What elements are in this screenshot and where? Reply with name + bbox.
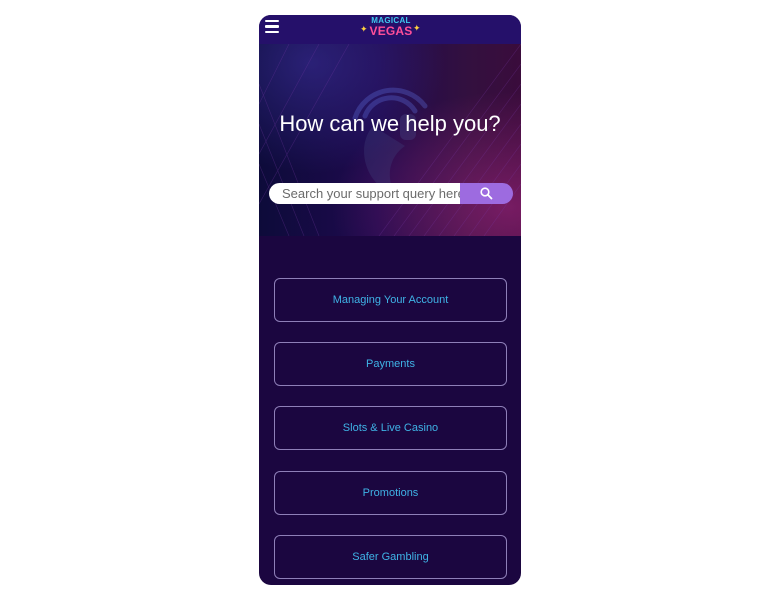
category-label: Slots & Live Casino xyxy=(342,422,439,434)
support-search-bar xyxy=(269,183,513,204)
category-label: Safer Gambling xyxy=(352,551,429,563)
category-managing-your-account[interactable]: Managing Your Account xyxy=(274,278,507,322)
category-label: Promotions xyxy=(362,487,419,499)
help-hero-banner: How can we help you? xyxy=(259,44,521,236)
hamburger-menu-icon[interactable] xyxy=(265,20,280,34)
category-slots-live-casino[interactable]: Slots & Live Casino xyxy=(274,406,507,450)
category-promotions[interactable]: Promotions xyxy=(274,471,507,515)
sparkle-icon: ✦ xyxy=(413,23,421,33)
page-title: How can we help you? xyxy=(279,111,501,136)
site-logo[interactable]: ✦ ✦ MAGICAL VEGAS xyxy=(360,16,422,42)
sparkle-icon: ✦ xyxy=(360,24,368,34)
category-safer-gambling[interactable]: Safer Gambling xyxy=(274,535,507,579)
top-bar: ✦ ✦ MAGICAL VEGAS xyxy=(259,15,521,44)
search-button[interactable] xyxy=(460,183,513,204)
search-input[interactable] xyxy=(269,183,460,204)
category-payments[interactable]: Payments xyxy=(274,342,507,386)
search-icon xyxy=(480,187,493,200)
category-label: Managing Your Account xyxy=(332,294,449,306)
mobile-viewport: ✦ ✦ MAGICAL VEGAS How can we help you? S… xyxy=(259,15,521,585)
category-label: Payments xyxy=(366,358,415,370)
